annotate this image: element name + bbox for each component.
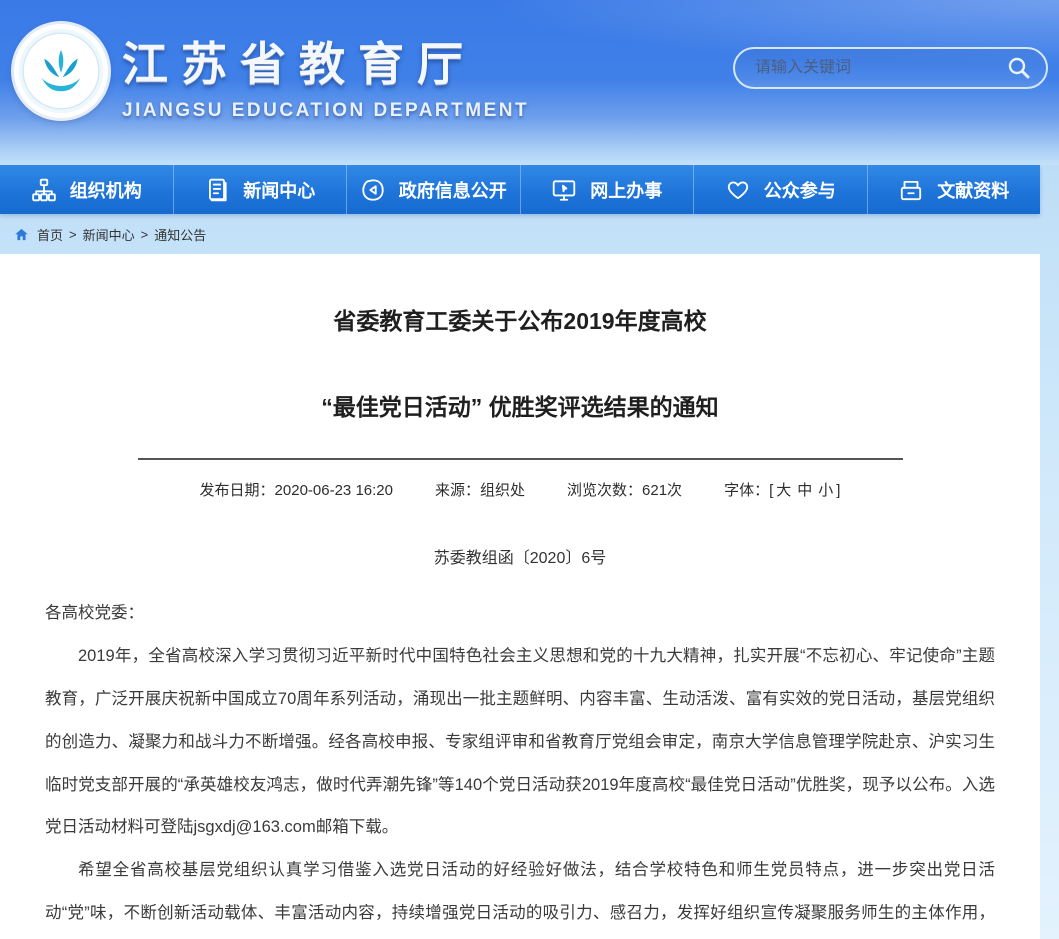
font-size-label: 字体： — [724, 482, 769, 499]
article-title: 省委教育工委关于公布2019年度高校 “最佳党日活动” 优胜奖评选结果的通知 — [45, 302, 995, 422]
title-divider — [138, 458, 903, 460]
font-size-control: 字体：[大中小] — [724, 479, 840, 500]
site-subtitle: JIANGSU EDUCATION DEPARTMENT — [122, 100, 529, 122]
breadcrumb-home[interactable]: 首页 — [37, 225, 63, 244]
breadcrumb-separator: > — [141, 227, 149, 242]
view-count-label: 浏览次数： — [567, 482, 642, 499]
document-number: 苏委教组函〔2020〕6号 — [45, 544, 995, 568]
nav-item-label: 网上办事 — [590, 177, 662, 203]
paragraph-2: 希望全省高校基层党组织认真学习借鉴入选党日活动的好经验好做法，结合学校特色和师生… — [45, 849, 995, 939]
nav-item-label: 文献资料 — [937, 177, 1009, 203]
article-title-line2: “最佳党日活动” 优胜奖评选结果的通知 — [45, 388, 995, 422]
view-count: 浏览次数：621次 — [567, 479, 682, 500]
nav-item-label: 新闻中心 — [243, 177, 315, 203]
education-emblem-icon — [17, 27, 105, 115]
nav-item-news[interactable]: 新闻中心 — [174, 165, 348, 214]
online-service-icon — [551, 177, 577, 203]
heart-icon — [725, 177, 751, 203]
source-label: 来源： — [435, 482, 480, 499]
publish-date-value: 2020-06-23 16:20 — [275, 482, 393, 499]
source-value: 组织处 — [480, 482, 525, 499]
font-size-small[interactable]: 小 — [818, 482, 833, 499]
font-size-large[interactable]: 大 — [776, 482, 791, 499]
font-size-medium[interactable]: 中 — [797, 482, 812, 499]
site-header: 江苏省教育厅 JIANGSU EDUCATION DEPARTMENT — [0, 0, 1059, 165]
nav-item-documents[interactable]: 文献资料 — [868, 165, 1041, 214]
nav-item-organization[interactable]: 组织机构 — [0, 165, 174, 214]
main-nav: 组织机构 新闻中心 政府信息公开 网上办事 公众参与 文献资料 — [0, 165, 1040, 214]
salutation: 各高校党委： — [45, 592, 995, 635]
publish-date: 发布日期：2020-06-23 16:20 — [200, 479, 393, 500]
article-title-line1: 省委教育工委关于公布2019年度高校 — [45, 302, 995, 336]
search-box — [733, 47, 1048, 89]
search-icon[interactable] — [1006, 55, 1032, 81]
nav-item-label: 政府信息公开 — [399, 177, 507, 203]
breadcrumb-news-center[interactable]: 新闻中心 — [83, 225, 135, 244]
view-count-value: 621次 — [642, 482, 682, 499]
article-meta: 发布日期：2020-06-23 16:20 来源：组织处 浏览次数：621次 字… — [45, 479, 995, 500]
nav-item-gov-info[interactable]: 政府信息公开 — [347, 165, 521, 214]
site-title: 江苏省教育厅 — [122, 28, 529, 94]
breadcrumb: 首页 > 新闻中心 > 通知公告 — [0, 214, 1040, 254]
nav-item-online-service[interactable]: 网上办事 — [521, 165, 695, 214]
nav-item-label: 组织机构 — [70, 177, 142, 203]
search-input[interactable] — [755, 59, 1006, 77]
nav-item-label: 公众参与 — [764, 177, 836, 203]
font-bracket-open: [ — [769, 482, 773, 499]
article-panel: 省委教育工委关于公布2019年度高校 “最佳党日活动” 优胜奖评选结果的通知 发… — [0, 254, 1040, 939]
source: 来源：组织处 — [435, 479, 525, 500]
nav-item-public-participation[interactable]: 公众参与 — [694, 165, 868, 214]
paragraph-1: 2019年，全省高校深入学习贯彻习近平新时代中国特色社会主义思想和党的十九大精神… — [45, 635, 995, 849]
org-chart-icon — [31, 177, 57, 203]
archive-icon — [898, 177, 924, 203]
breadcrumb-notices[interactable]: 通知公告 — [154, 225, 206, 244]
publish-date-label: 发布日期： — [200, 482, 275, 499]
site-logo — [14, 24, 108, 118]
article-body: 各高校党委： 2019年，全省高校深入学习贯彻习近平新时代中国特色社会主义思想和… — [45, 592, 995, 939]
breadcrumb-separator: > — [69, 227, 77, 242]
news-icon — [204, 177, 230, 203]
home-icon — [14, 227, 29, 242]
info-disclosure-icon — [360, 177, 386, 203]
font-bracket-close: ] — [836, 482, 840, 499]
